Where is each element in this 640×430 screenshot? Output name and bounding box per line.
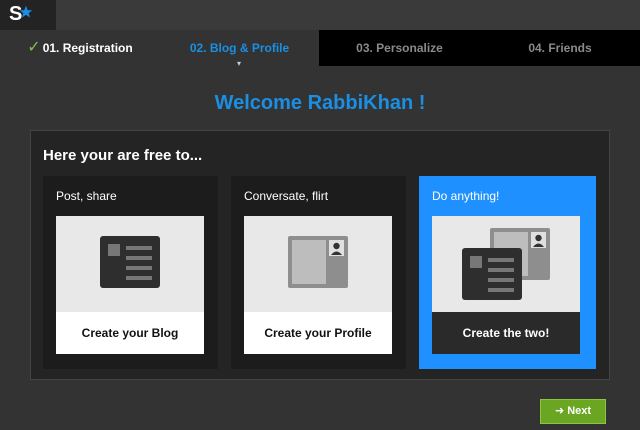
step-friends[interactable]: 04. Friends (480, 30, 640, 66)
top-bar: S (0, 0, 640, 30)
blog-card-icon (56, 216, 204, 312)
create-blog-button[interactable]: Create your Blog (56, 312, 204, 354)
wizard-steps: ✓ 01. Registration 02. Blog & Profile 03.… (0, 30, 640, 66)
card-heading: Post, share (56, 189, 117, 203)
step-label: 01. Registration (42, 41, 133, 55)
create-profile-button[interactable]: Create your Profile (244, 312, 392, 354)
panel-title: Here your are free to... (43, 147, 203, 164)
welcome-heading: Welcome RabbiKhan ! (214, 92, 426, 114)
app-logo[interactable]: S (0, 0, 56, 30)
profile-card-icon (244, 216, 392, 312)
step-label: 04. Friends (528, 41, 592, 55)
card-heading: Do anything! (432, 189, 500, 203)
step-personalize[interactable]: 03. Personalize (319, 30, 480, 66)
checkmark-icon: ✓ (27, 39, 41, 56)
both-option-card[interactable]: Do anything! Create the two! (419, 176, 596, 369)
caret-down-icon: ▾ (237, 59, 242, 68)
step-label: 03. Personalize (356, 41, 443, 55)
next-label: Next (567, 405, 592, 417)
card-heading: Conversate, flirt (244, 189, 329, 203)
blog-option-card[interactable]: Post, share Create your Blog (43, 176, 218, 369)
arrow-right-icon: ➜ (554, 405, 565, 417)
next-button[interactable]: ➜ Next (540, 399, 606, 424)
create-both-button[interactable]: Create the two! (432, 312, 580, 354)
step-label: 02. Blog & Profile (189, 41, 290, 55)
profile-option-card[interactable]: Conversate, flirt Create your Profile (231, 176, 406, 369)
star-icon (19, 5, 33, 18)
blog-and-profile-icon (432, 216, 580, 312)
options-panel: Here your are free to... Post, share Cre… (30, 130, 610, 380)
step-registration[interactable]: ✓ 01. Registration (0, 30, 160, 66)
